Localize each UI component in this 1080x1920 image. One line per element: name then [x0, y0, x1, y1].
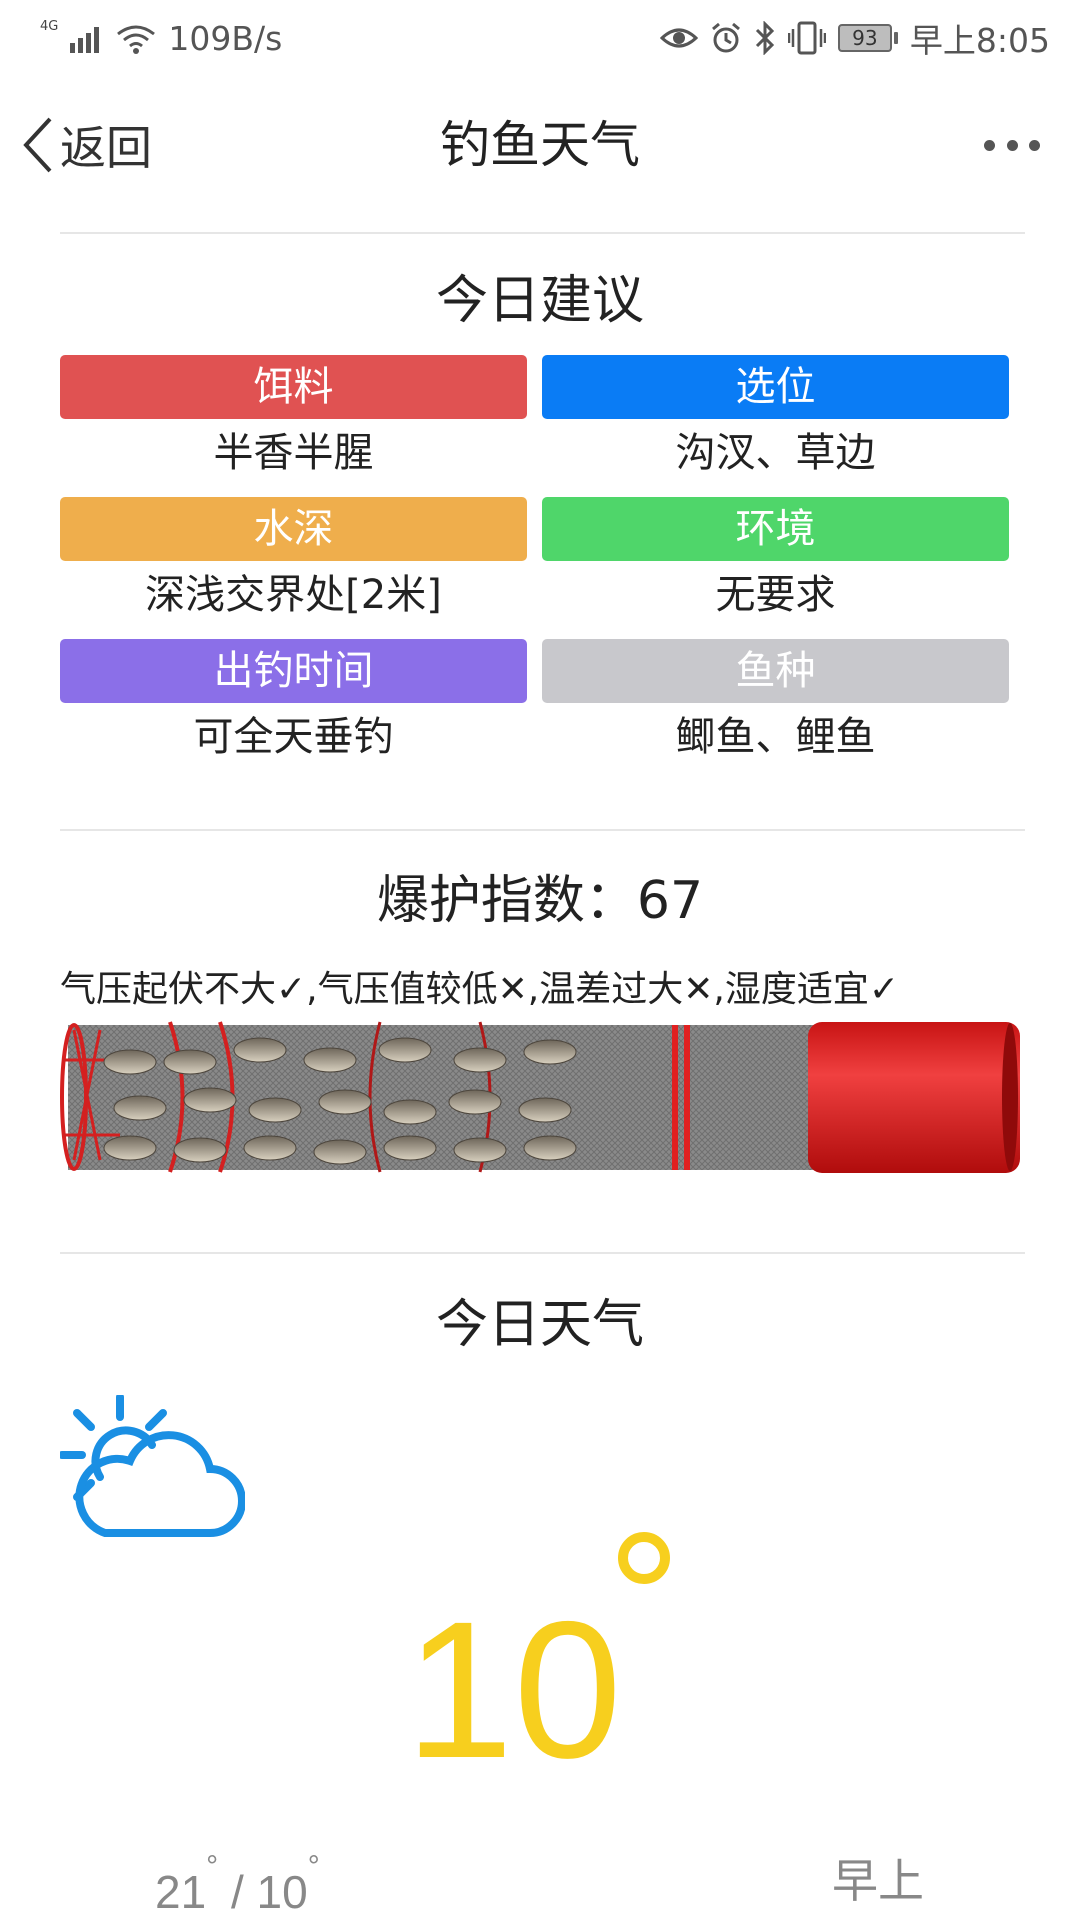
network-speed: 109B/s [168, 18, 283, 58]
page-title: 钓鱼天气 [440, 116, 640, 174]
tile-label: 鱼种 [542, 639, 1009, 703]
dot [1029, 139, 1040, 151]
tile-label: 出钓时间 [60, 639, 527, 703]
advice-title: 今日建议 [435, 271, 644, 331]
more-menu-button[interactable] [984, 130, 1040, 160]
vibrate-icon [787, 21, 826, 55]
tile-label: 选位 [542, 355, 1009, 419]
day-period: 早上 [832, 1854, 924, 1908]
partly-cloudy-icon [60, 1395, 245, 1537]
catch-index-factors: 气压起伏不大✓,气压值较低✕,温差过大✕,湿度适宜✓ [60, 969, 899, 1010]
nav-bar: 返回 钓鱼天气 [0, 100, 1080, 190]
tile-value: 深浅交界处[2米] [145, 572, 442, 618]
battery-level: 93 [837, 24, 892, 52]
degree-symbol: ° [307, 1849, 320, 1883]
alarm-icon [711, 22, 740, 53]
tile-value: 鲫鱼、鲤鱼 [675, 714, 876, 760]
range-separator: / [230, 1866, 244, 1918]
advice-tile-bait: 饵料 半香半腥 [60, 355, 527, 483]
tile-value: 沟汊、草边 [675, 430, 876, 476]
degree-symbol [618, 1532, 670, 1584]
eye-icon [659, 28, 698, 48]
tile-label: 环境 [542, 497, 1009, 561]
tile-label: 水深 [60, 497, 527, 561]
temperature-low: 10 [256, 1866, 308, 1918]
divider [60, 829, 1025, 831]
advice-tile-depth: 水深 深浅交界处[2米] [60, 497, 527, 625]
temperature-range: 21° / 10° [155, 1850, 320, 1919]
catch-index-title: 爆护指数：67 [376, 871, 704, 931]
degree-symbol: ° [206, 1849, 219, 1883]
catch-index-net-graphic [60, 1021, 1020, 1173]
battery-icon: 93 [837, 24, 898, 52]
status-time: 早上8:05 [909, 21, 1050, 60]
divider [60, 232, 1025, 234]
advice-tile-spot: 选位 沟汊、草边 [542, 355, 1009, 483]
tile-value: 无要求 [715, 572, 836, 618]
advice-tile-species: 鱼种 鲫鱼、鲤鱼 [542, 639, 1009, 767]
divider [60, 1252, 1025, 1254]
status-right: 93 早上8:05 [659, 14, 1050, 62]
weather-title: 今日天气 [435, 1295, 644, 1355]
current-temperature: 10 [405, 1581, 622, 1799]
advice-tile-environment: 环境 无要求 [542, 497, 1009, 625]
network-type: 4G [40, 18, 59, 34]
dot [1006, 139, 1018, 151]
temperature-high: 21 [155, 1866, 207, 1918]
tile-label: 饵料 [60, 355, 527, 419]
tile-value: 可全天垂钓 [193, 714, 394, 760]
dot [984, 139, 995, 151]
bluetooth-icon [755, 21, 775, 55]
advice-tile-time: 出钓时间 可全天垂钓 [60, 639, 527, 767]
tile-value: 半香半腥 [213, 430, 374, 476]
wifi-icon [117, 25, 156, 54]
status-bar: 4G 109B/s 93 早上8:05 [0, 0, 1080, 75]
signal-icon [70, 27, 100, 53]
status-left: 4G 109B/s [40, 14, 282, 62]
